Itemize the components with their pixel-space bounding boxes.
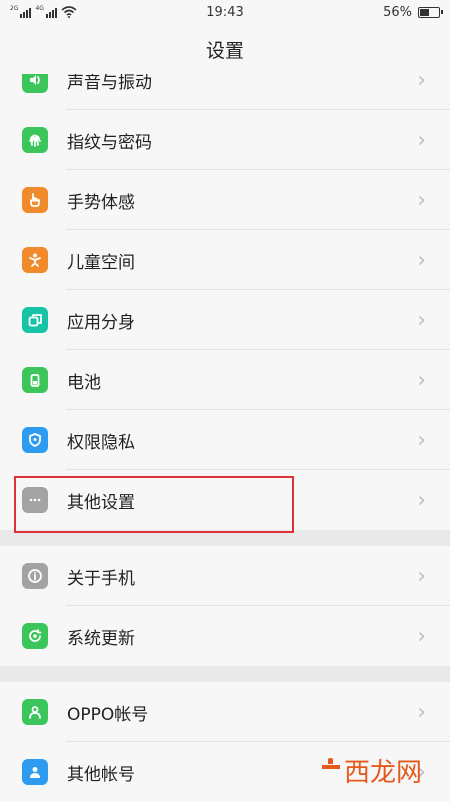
signal-sim1-icon: 2G [10, 5, 32, 18]
chevron-right-icon: › [417, 563, 426, 589]
settings-item-shield[interactable]: 权限隐私 › [0, 410, 450, 470]
settings-item-label: 应用分身 [67, 312, 135, 333]
chevron-right-icon: › [417, 487, 426, 513]
signal-sim2-icon: 4G [35, 5, 57, 18]
battery-percent: 56% [383, 4, 412, 20]
settings-item-label: 系统更新 [67, 628, 135, 649]
settings-item-label: 权限隐私 [67, 432, 135, 453]
settings-item-label: 手势体感 [67, 192, 135, 213]
settings-item-user[interactable]: OPPO帐号 › [0, 682, 450, 742]
user-icon [22, 699, 48, 725]
group-separator [0, 666, 450, 682]
chevron-right-icon: › [417, 699, 426, 725]
battery-group: 56% [383, 4, 443, 20]
battery-icon [22, 367, 48, 393]
account-icon [22, 759, 48, 785]
info-icon [22, 563, 48, 589]
settings-item-more-dots[interactable]: 其他设置 › [0, 470, 450, 530]
signal-group: 2G 4G [10, 6, 77, 18]
group-separator [0, 530, 450, 546]
watermark: 西龙网 [320, 752, 422, 789]
page-title: 设置 [205, 39, 244, 62]
settings-item-fingerprint[interactable]: 指纹与密码 › [0, 110, 450, 170]
chevron-right-icon: › [417, 427, 426, 453]
hand-gesture-icon [22, 187, 48, 213]
settings-item-label: 其他设置 [67, 492, 135, 513]
sim2-network-label: 4G [35, 5, 44, 12]
chevron-right-icon: › [417, 247, 426, 273]
status-bar: 2G 4G 19:43 56% [0, 0, 450, 24]
chevron-right-icon: › [417, 623, 426, 649]
settings-item-info[interactable]: 关于手机 › [0, 546, 450, 606]
page-header: 设置 [0, 24, 450, 74]
settings-item-label: 关于手机 [67, 568, 135, 589]
settings-item-label: 电池 [67, 372, 101, 393]
chevron-right-icon: › [417, 127, 426, 153]
child-icon [22, 247, 48, 273]
settings-item-label: 儿童空间 [67, 252, 135, 273]
settings-item-label: 指纹与密码 [67, 132, 152, 153]
update-icon [22, 623, 48, 649]
chevron-right-icon: › [417, 187, 426, 213]
settings-item-label: OPPO帐号 [67, 704, 149, 725]
battery-icon [418, 6, 443, 18]
settings-item-child[interactable]: 儿童空间 › [0, 230, 450, 290]
settings-item-app-clone[interactable]: 应用分身 › [0, 290, 450, 350]
settings-item-hand-gesture[interactable]: 手势体感 › [0, 170, 450, 230]
fingerprint-icon [22, 127, 48, 153]
app-clone-icon [22, 307, 48, 333]
settings-item-battery[interactable]: 电池 › [0, 350, 450, 410]
more-dots-icon [22, 487, 48, 513]
sim1-network-label: 2G [10, 5, 19, 12]
settings-item-update[interactable]: 系统更新 › [0, 606, 450, 666]
chevron-right-icon: › [417, 367, 426, 393]
watermark-logo-icon [320, 757, 342, 784]
chevron-right-icon: › [417, 307, 426, 333]
wifi-icon [61, 6, 77, 18]
settings-list: 声音与振动 › 指纹与密码 › 手势体感 › 儿童空间 › 应用分身 › 电池 › 权限隐私 › 其他设置 ›… [0, 50, 450, 802]
watermark-text: 西龙网 [344, 758, 423, 788]
shield-icon [22, 427, 48, 453]
